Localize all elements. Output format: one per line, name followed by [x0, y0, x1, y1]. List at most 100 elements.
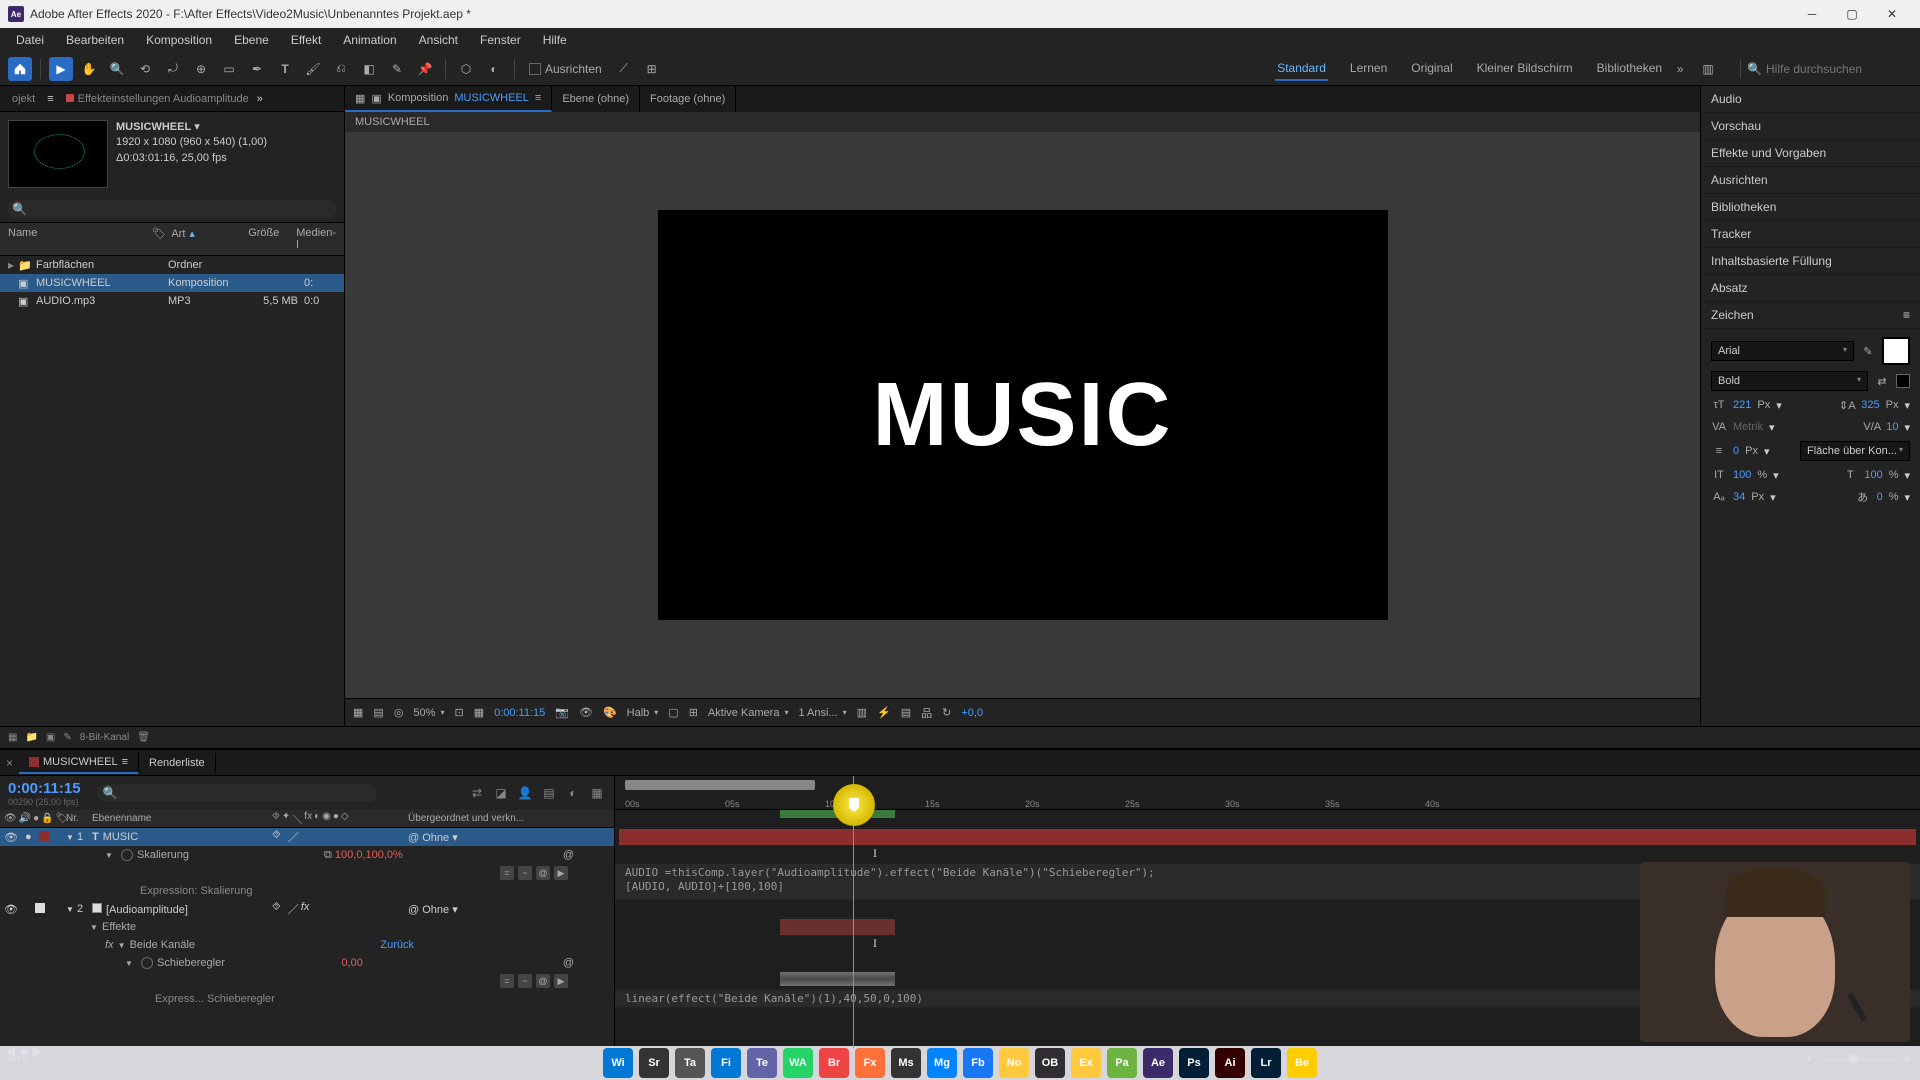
comp-flowchart-icon[interactable]: ▾ — [194, 121, 200, 133]
project-tab[interactable]: ojekt — [4, 89, 43, 109]
new-folder-icon[interactable]: 📁 — [25, 732, 37, 743]
panel-bibliotheken[interactable]: Bibliotheken — [1701, 194, 1920, 221]
constrain-link-icon[interactable]: ⧉ — [324, 849, 332, 861]
flowchart-btn-icon[interactable]: 品 — [921, 705, 932, 721]
camera-dropdown[interactable]: Aktive Kamera — [708, 707, 789, 719]
roto-tool-icon[interactable]: ✎ — [385, 57, 409, 81]
composition-viewer[interactable]: MUSIC — [658, 210, 1388, 620]
eye-icon[interactable]: 👁 — [4, 903, 18, 916]
menu-ansicht[interactable]: Ansicht — [409, 30, 468, 50]
anchor-tool-icon[interactable]: ⊕ — [189, 57, 213, 81]
taskbar-ae-icon[interactable]: Ae — [1143, 1048, 1173, 1078]
show-snapshot-icon[interactable]: 👁 — [579, 706, 593, 719]
parent-dropdown-2[interactable]: Ohne — [422, 904, 449, 916]
menu-hilfe[interactable]: Hilfe — [533, 30, 577, 50]
shy-icon[interactable]: 👤 — [516, 784, 534, 802]
eye-icon[interactable]: 👁 — [4, 831, 18, 844]
pen-tool-icon[interactable]: ✒ — [245, 57, 269, 81]
layer-tab[interactable]: Ebene (ohne) — [552, 86, 640, 112]
expr-graph2-icon[interactable]: ~ — [518, 974, 532, 988]
snap-grid-icon[interactable]: ⊞ — [640, 57, 664, 81]
text-tool-icon[interactable]: T — [273, 57, 297, 81]
taskbar-mg-icon[interactable]: Mg — [927, 1048, 957, 1078]
adjust-icon[interactable]: ✎ — [63, 732, 71, 743]
pixel-aspect-icon[interactable]: ▥ — [857, 706, 867, 719]
panel-overflow-icon[interactable]: » — [257, 93, 263, 105]
menu-effekt[interactable]: Effekt — [281, 30, 331, 50]
panel-vorschau[interactable]: Vorschau — [1701, 113, 1920, 140]
puppet-tool-icon[interactable]: 📌 — [413, 57, 437, 81]
twirl-layer-1[interactable]: ▼ — [66, 833, 74, 842]
stopwatch-slider-icon[interactable] — [141, 957, 153, 969]
fontsize-value[interactable]: 221 — [1733, 399, 1751, 411]
reset-link[interactable]: Zurück — [380, 939, 414, 951]
zoom-tool-icon[interactable]: 🔍 — [105, 57, 129, 81]
fill-color-swatch[interactable] — [1882, 337, 1910, 365]
effects-group-label[interactable]: Effekte — [102, 921, 136, 933]
close-button[interactable]: ✕ — [1872, 0, 1912, 28]
eyedropper-icon[interactable]: ✎ — [1860, 343, 1876, 359]
home-tool-icon[interactable] — [8, 57, 32, 81]
current-timecode[interactable]: 0:00:11:15 — [8, 780, 81, 797]
baseline-value[interactable]: 34 — [1733, 491, 1745, 503]
layer-2-bar[interactable] — [780, 919, 895, 935]
workspace-tab-bibliotheken[interactable]: Bibliotheken — [1595, 57, 1664, 81]
pickwhip-icon[interactable]: @ — [408, 904, 419, 916]
panel-inhaltsbasierte-füllung[interactable]: Inhaltsbasierte Füllung — [1701, 248, 1920, 275]
slider-value[interactable]: 0,00 — [341, 957, 362, 969]
flowchart-icon[interactable]: ▦ — [355, 92, 365, 105]
eraser-tool-icon[interactable]: ◧ — [357, 57, 381, 81]
twirl-beide[interactable]: ▼ — [118, 941, 130, 950]
vscale-value[interactable]: 100 — [1733, 469, 1751, 481]
roi-icon[interactable]: ▢ — [668, 706, 678, 719]
panel-tracker[interactable]: Tracker — [1701, 221, 1920, 248]
expr-pickwhip-icon[interactable]: @ — [563, 849, 574, 861]
taskbar-obs-icon[interactable]: OB — [1035, 1048, 1065, 1078]
taskbar-ms-icon[interactable]: Ms — [891, 1048, 921, 1078]
scale-value[interactable]: 100,0,100,0 — [335, 849, 393, 861]
leading-value[interactable]: 325 — [1861, 399, 1879, 411]
kerning-value[interactable]: Metrik — [1733, 421, 1763, 433]
selection-tool-icon[interactable]: ▶ — [49, 57, 73, 81]
character-panel-title[interactable]: Zeichen — [1711, 308, 1754, 322]
comp-breadcrumb[interactable]: MUSICWHEEL — [345, 112, 1700, 132]
taskbar-exp-icon[interactable]: Ex — [1071, 1048, 1101, 1078]
exposure-value[interactable]: +0,0 — [961, 707, 983, 719]
expr-pickwhip3-icon[interactable]: @ — [563, 957, 574, 969]
grid-icon[interactable]: ⊞ — [689, 706, 698, 719]
stroke-swap-icon[interactable]: ⇄ — [1874, 373, 1890, 389]
workspace-tab-standard[interactable]: Standard — [1275, 57, 1328, 81]
rect-tool-icon[interactable]: ▭ — [217, 57, 241, 81]
frame-blend-icon[interactable]: ▤ — [540, 784, 558, 802]
project-search-input[interactable]: 🔍 — [8, 200, 336, 218]
brush-tool-icon[interactable]: 🖌 — [301, 57, 325, 81]
taskbar-win-icon[interactable]: Wi — [603, 1048, 633, 1078]
twirl-layer-2[interactable]: ▼ — [66, 905, 74, 914]
stroke-mode-dropdown[interactable]: Fläche über Kon...▾ — [1800, 441, 1910, 461]
panel-audio[interactable]: Audio — [1701, 86, 1920, 113]
taskbar-lr-icon[interactable]: Lr — [1251, 1048, 1281, 1078]
taskbar-teams-icon[interactable]: Te — [747, 1048, 777, 1078]
solo-col-icon[interactable]: ● — [33, 813, 39, 824]
taskbar-ai-icon[interactable]: Ai — [1215, 1048, 1245, 1078]
alpha-icon[interactable]: ▦ — [353, 706, 363, 719]
font-style-dropdown[interactable]: Bold▾ — [1711, 371, 1868, 391]
parent-dropdown-1[interactable]: Ohne — [422, 832, 449, 844]
new-comp-icon[interactable]: ▣ — [46, 732, 55, 743]
menu-animation[interactable]: Animation — [333, 30, 406, 50]
work-area-bar[interactable] — [625, 780, 815, 790]
viewer-timecode[interactable]: 0:00:11:15 — [494, 707, 545, 719]
expr-graph-icon[interactable]: ~ — [518, 866, 532, 880]
col-name-header[interactable]: Name — [8, 227, 152, 251]
channel-icon[interactable]: ▤ — [373, 706, 383, 719]
project-item-farbflchen[interactable]: ▶📁FarbflächenOrdner — [0, 256, 344, 274]
bitdepth-toggle[interactable]: 8-Bit-Kanal — [80, 732, 129, 743]
transparency-icon[interactable]: ▦ — [474, 706, 484, 719]
res-auto-icon[interactable]: ⊡ — [454, 706, 463, 719]
taskbar-bee-icon[interactable]: Be — [1287, 1048, 1317, 1078]
taskbar-ps-icon[interactable]: Ps — [1179, 1048, 1209, 1078]
col-media-header[interactable]: Medien-l — [296, 227, 336, 251]
interpret-icon[interactable]: ▦ — [8, 732, 17, 743]
expr-lang-icon[interactable]: ▶ — [554, 866, 568, 880]
expression-text-2[interactable]: linear(effect("Beide Kanäle")(1),40,50,0… — [625, 992, 923, 1005]
